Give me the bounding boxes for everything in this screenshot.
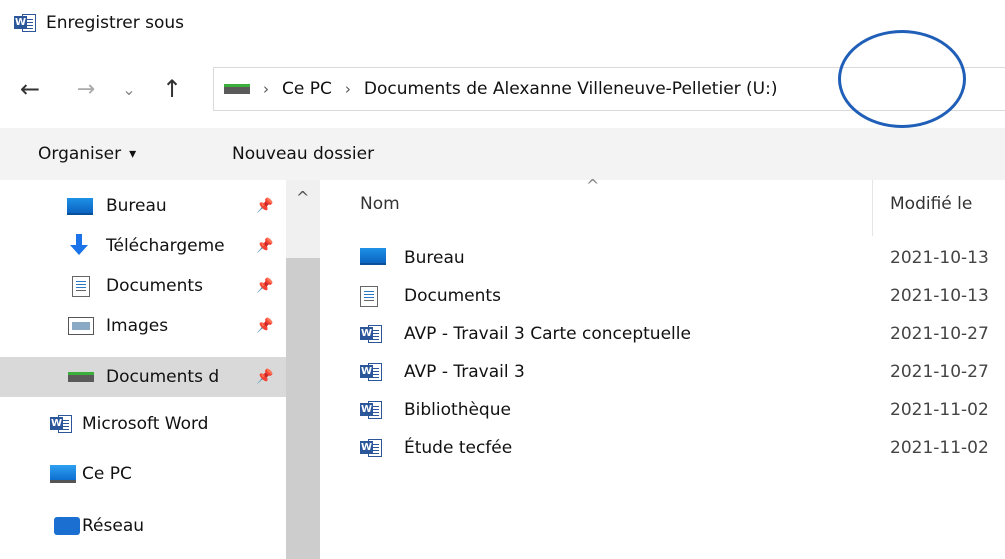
forward-arrow-icon: →: [76, 76, 96, 102]
file-row[interactable]: W Bibliothèque 2021-11-02: [320, 392, 1005, 430]
sidebar-item-reseau[interactable]: Réseau: [0, 506, 286, 546]
column-header-modified[interactable]: Modifié le: [890, 194, 972, 214]
file-name: AVP - Travail 3: [404, 362, 525, 382]
pc-icon: [50, 465, 76, 483]
file-row[interactable]: W AVP - Travail 3 2021-10-27: [320, 354, 1005, 392]
sidebar-item-telechargements[interactable]: Téléchargeme 📌: [0, 226, 286, 266]
sidebar-item-documents-drive[interactable]: Documents d 📌: [0, 357, 286, 397]
file-row[interactable]: W Étude tecfée 2021-11-02: [320, 430, 1005, 468]
file-date: 2021-11-02: [890, 438, 989, 458]
sidebar-item-ce-pc[interactable]: Ce PC: [0, 454, 286, 494]
file-date: 2021-10-13: [890, 286, 989, 306]
network-icon: [54, 517, 80, 535]
sidebar-item-label: Documents: [106, 276, 203, 296]
desktop-icon: [360, 248, 386, 265]
scroll-up-arrow-icon[interactable]: ^: [296, 188, 309, 207]
back-button[interactable]: ←: [8, 62, 52, 116]
breadcrumb-ce-pc[interactable]: Ce PC: [282, 79, 332, 99]
file-list: ^ Nom Modifié le Bureau 2021-10-13 Docum…: [320, 176, 1005, 559]
sidebar-item-microsoft-word[interactable]: W Microsoft Word: [0, 404, 286, 444]
file-row[interactable]: W AVP - Travail 3 Carte conceptuelle 202…: [320, 316, 1005, 354]
sort-ascending-icon: ^: [586, 176, 600, 195]
word-icon: W: [14, 13, 36, 33]
recent-locations-button[interactable]: ⌄: [114, 62, 144, 116]
column-divider[interactable]: [872, 180, 873, 236]
download-icon: [68, 234, 90, 256]
sidebar-item-label: Documents d: [106, 367, 220, 387]
sidebar-scrollbar[interactable]: ^: [286, 180, 320, 559]
word-icon: W: [360, 438, 382, 458]
file-row[interactable]: Bureau 2021-10-13: [320, 240, 1005, 278]
word-icon: W: [360, 400, 382, 420]
sidebar-item-label: Téléchargeme: [106, 236, 225, 256]
file-name: AVP - Travail 3 Carte conceptuelle: [404, 324, 691, 344]
column-header-name[interactable]: Nom: [360, 194, 400, 214]
file-name: Étude tecfée: [404, 438, 513, 458]
chevron-down-icon: ⌄: [122, 79, 136, 99]
sidebar-item-images[interactable]: Images 📌: [0, 306, 286, 346]
network-drive-icon: [68, 372, 94, 382]
word-icon: W: [50, 414, 72, 434]
command-toolbar: Organiser ▾ Nouveau dossier: [0, 128, 1005, 180]
desktop-icon: [67, 197, 93, 215]
breadcrumb-separator: ›: [344, 80, 351, 98]
word-icon: W: [360, 324, 382, 344]
breadcrumb-documents-drive[interactable]: Documents de Alexanne Villeneuve-Pelleti…: [364, 79, 778, 99]
window-title: Enregistrer sous: [46, 13, 184, 33]
pin-icon[interactable]: 📌: [256, 278, 273, 294]
images-icon: [68, 317, 94, 335]
file-name: Documents: [404, 286, 501, 306]
pin-icon[interactable]: 📌: [256, 318, 273, 334]
up-arrow-icon: ↑: [161, 75, 183, 103]
sidebar-item-label: Images: [106, 316, 169, 336]
pin-icon[interactable]: 📌: [256, 369, 273, 385]
sidebar-item-label: Bureau: [106, 196, 167, 216]
organise-menu-button[interactable]: Organiser ▾: [38, 144, 136, 164]
forward-button[interactable]: →: [64, 62, 108, 116]
organise-label: Organiser: [38, 144, 122, 164]
file-name: Bibliothèque: [404, 400, 511, 420]
annotation-circle: [838, 30, 966, 128]
file-date: 2021-10-27: [890, 324, 989, 344]
documents-icon: [360, 286, 378, 307]
sidebar-item-label: Réseau: [82, 516, 145, 536]
up-button[interactable]: ↑: [150, 62, 194, 116]
new-folder-label: Nouveau dossier: [232, 144, 375, 164]
breadcrumb-separator: ›: [263, 80, 269, 98]
network-drive-icon: [224, 84, 250, 94]
sidebar-item-documents[interactable]: Documents 📌: [0, 266, 286, 306]
sidebar-item-label: Microsoft Word: [82, 414, 209, 434]
title-bar: W Enregistrer sous: [0, 0, 1005, 46]
sidebar-item-label: Ce PC: [82, 464, 132, 484]
pin-icon[interactable]: 📌: [256, 198, 273, 214]
scrollbar-thumb[interactable]: [286, 258, 320, 559]
file-name: Bureau: [404, 248, 465, 268]
file-date: 2021-10-27: [890, 362, 989, 382]
chevron-down-icon: ▾: [129, 146, 137, 162]
back-arrow-icon: ←: [19, 75, 41, 103]
navigation-pane: Bureau 📌 Téléchargeme 📌 Documents 📌 Imag…: [0, 180, 320, 559]
file-date: 2021-11-02: [890, 400, 989, 420]
sidebar-item-bureau[interactable]: Bureau 📌: [0, 186, 286, 226]
new-folder-button[interactable]: Nouveau dossier: [232, 144, 374, 164]
documents-icon: [72, 275, 90, 297]
file-row[interactable]: Documents 2021-10-13: [320, 278, 1005, 316]
pin-icon[interactable]: 📌: [256, 238, 273, 254]
word-icon: W: [360, 362, 382, 382]
file-date: 2021-10-13: [890, 248, 989, 268]
